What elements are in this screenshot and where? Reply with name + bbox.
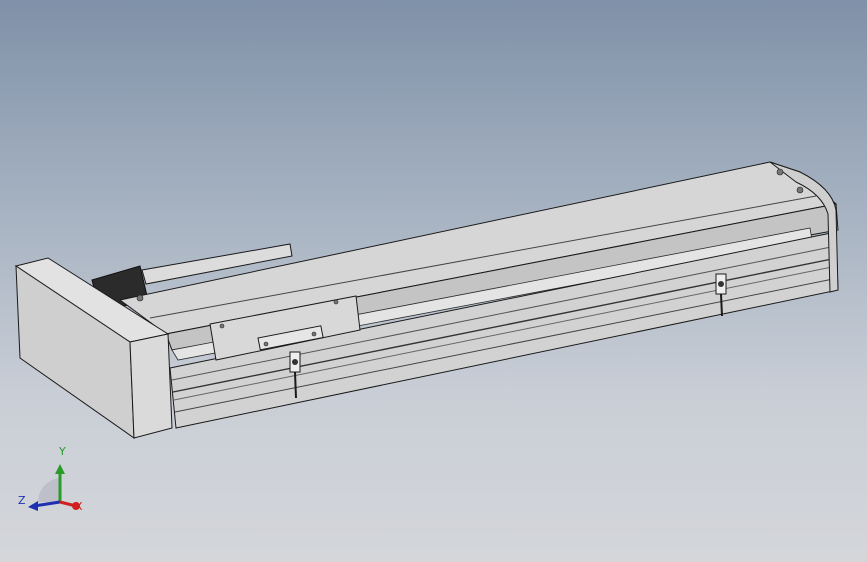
orientation-triad[interactable]: Y Z X xyxy=(12,438,92,518)
linear-actuator-model[interactable] xyxy=(0,0,867,562)
y-axis-label: Y xyxy=(59,445,66,458)
graphics-viewport[interactable]: Y Z X xyxy=(0,0,867,562)
mount-hole xyxy=(136,294,144,302)
mount-hole xyxy=(311,331,317,337)
mount-hole xyxy=(219,323,225,329)
left-end-cap-front xyxy=(129,333,173,439)
x-axis-label: X xyxy=(75,500,83,513)
mount-hole xyxy=(776,168,784,176)
mount-hole xyxy=(796,186,804,194)
mount-hole xyxy=(263,341,269,347)
z-axis-label: Z xyxy=(18,494,26,507)
mount-hole xyxy=(333,299,339,305)
